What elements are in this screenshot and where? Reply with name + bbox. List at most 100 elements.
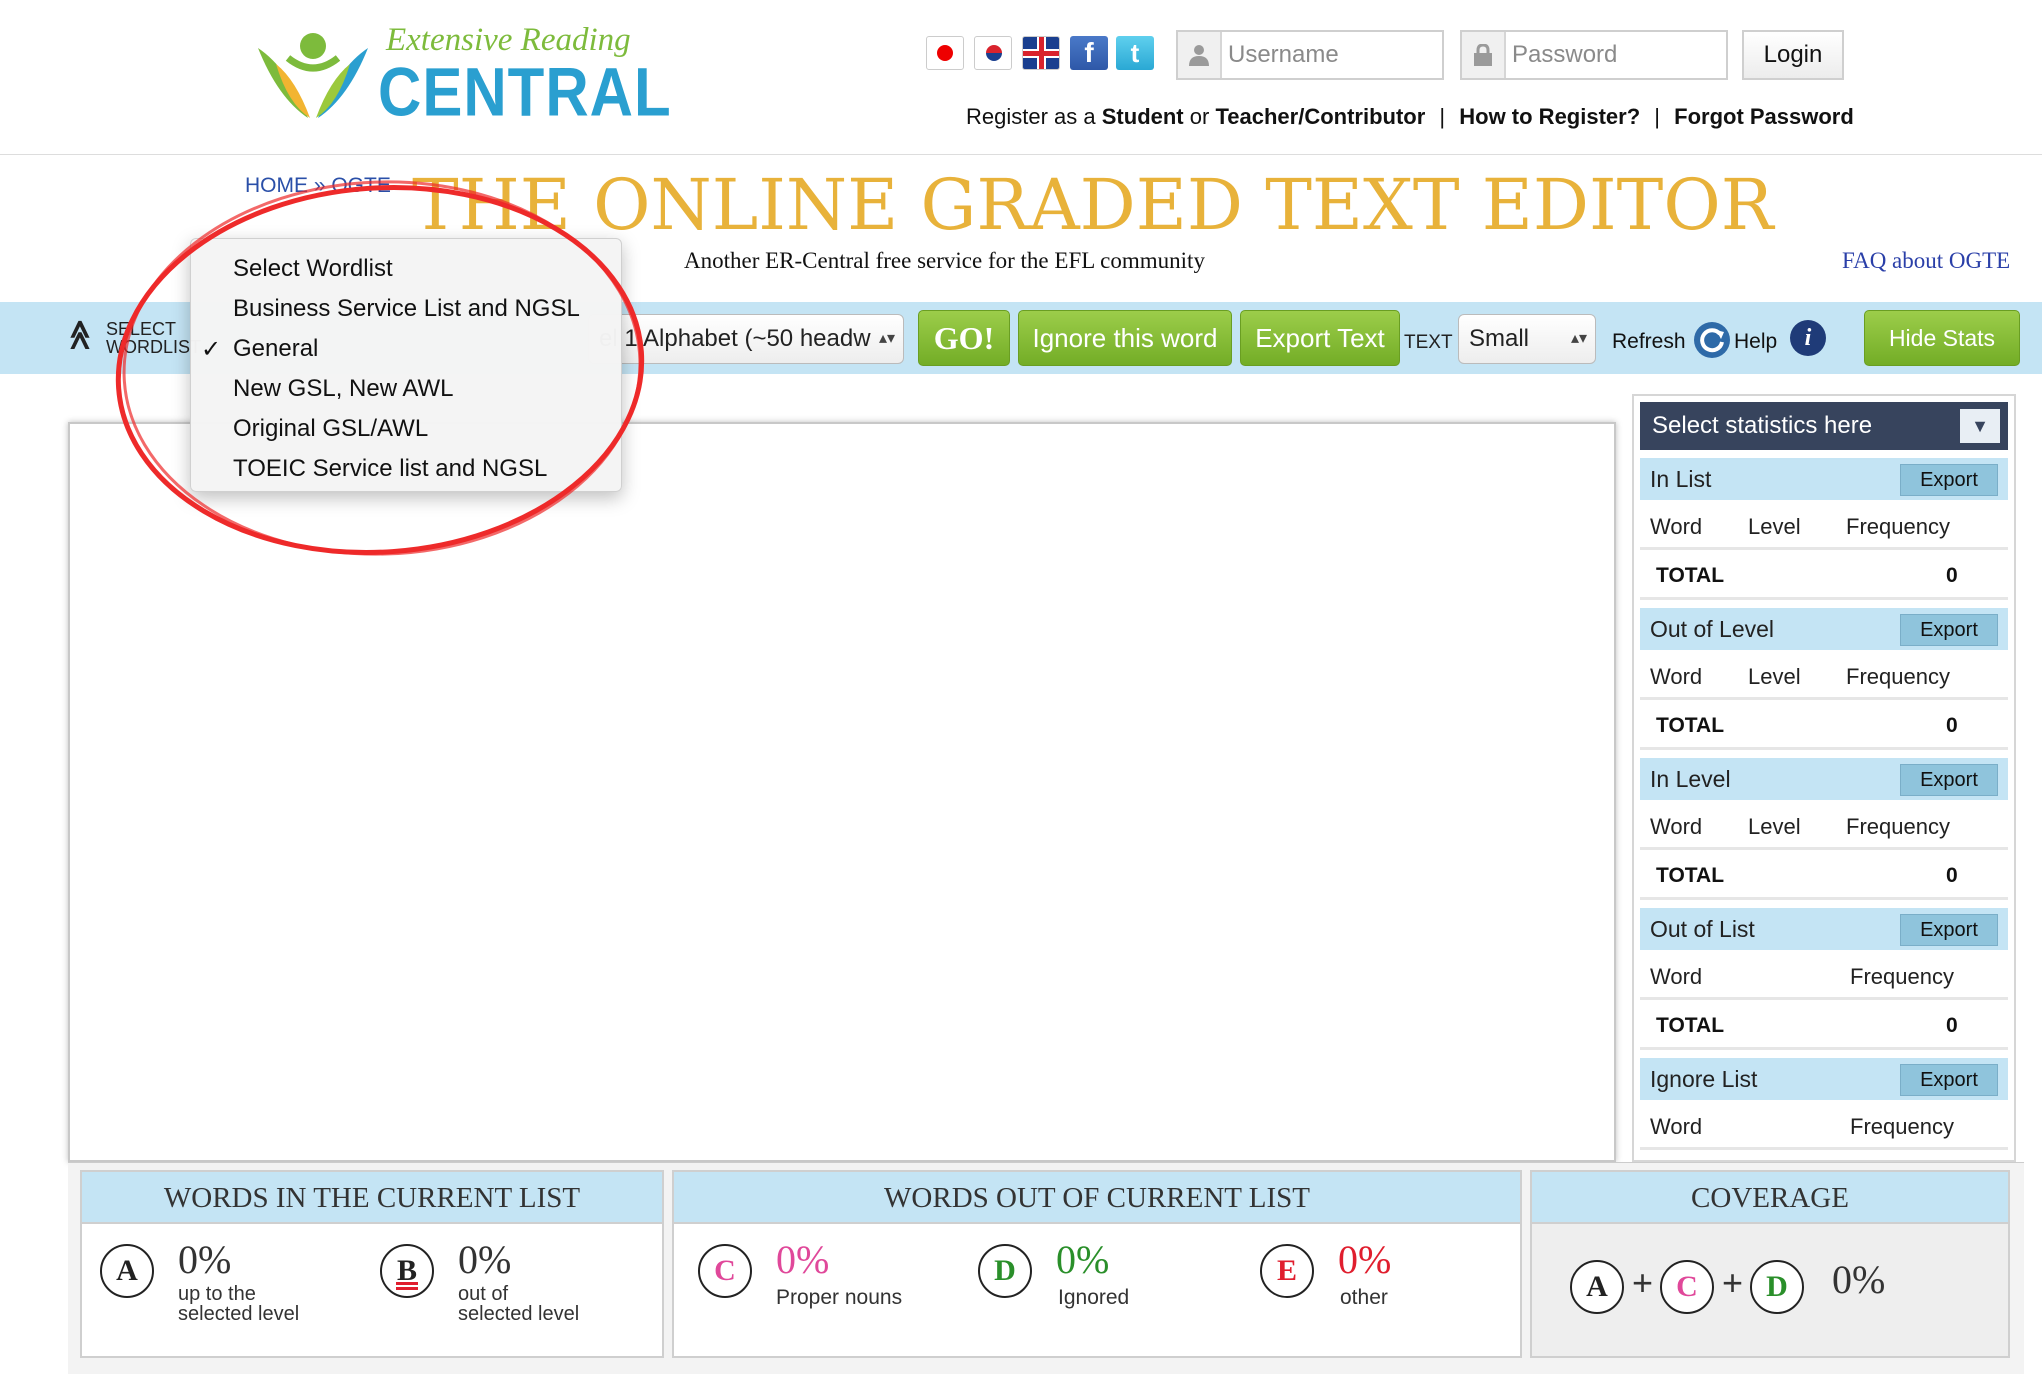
badge-a: A <box>1570 1260 1624 1314</box>
plus-sign: + <box>1632 1262 1654 1303</box>
chevron-down-icon[interactable]: ▼ <box>1960 409 2000 443</box>
stats-column-headers: Word Level Frequency <box>1640 500 2008 550</box>
stats-panel: Select statistics here ▼ In List Export … <box>1632 394 2016 1162</box>
stats-total-row: TOTAL 0 <box>1640 1000 2008 1050</box>
stats-section-in-list: In List Export Word Level Frequency TOTA… <box>1640 458 2008 600</box>
username-field[interactable] <box>1176 30 1444 80</box>
ignore-word-button[interactable]: Ignore this word <box>1018 310 1232 366</box>
stats-section-header: Ignore List Export <box>1640 1058 2008 1100</box>
stats-section-out-of-list: Out of List Export Word Frequency TOTAL … <box>1640 908 2008 1050</box>
export-button[interactable]: Export <box>1900 1064 1998 1096</box>
password-field[interactable] <box>1460 30 1728 80</box>
total-label: TOTAL <box>1656 714 1725 737</box>
col-word: Word <box>1650 964 1703 989</box>
badge-e: E <box>1260 1244 1314 1298</box>
wordlist-option[interactable]: Original GSL/AWL <box>233 415 428 443</box>
total-value: 0 <box>1946 564 1958 587</box>
register-student-link[interactable]: Student <box>1102 104 1184 129</box>
stats-column-headers: Word Frequency <box>1640 950 2008 1000</box>
col-level: Level <box>1748 814 1801 839</box>
desc-b-line2: selected level <box>458 1303 580 1325</box>
faq-link[interactable]: FAQ about OGTE <box>1842 248 2010 274</box>
japan-flag-icon[interactable] <box>926 36 964 70</box>
stats-column-headers: Word Frequency <box>1640 1100 2008 1150</box>
wordlist-option[interactable]: Business Service List and NGSL <box>233 295 580 323</box>
select-arrows-icon: ▴▾ <box>1570 330 1587 347</box>
export-button[interactable]: Export <box>1900 614 1998 646</box>
desc-b-line1: out of <box>458 1283 509 1305</box>
export-button[interactable]: Export <box>1900 764 1998 796</box>
desc-c: Proper nouns <box>776 1286 903 1309</box>
login-button[interactable]: Login <box>1742 30 1844 80</box>
how-to-register-link[interactable]: How to Register? <box>1459 104 1640 129</box>
stats-total-row: TOTAL 0 <box>1640 550 2008 600</box>
forgot-password-link[interactable]: Forgot Password <box>1674 104 1854 129</box>
level-select[interactable]: el 1 Alphabet (~50 headw ▴▾ <box>588 314 904 364</box>
select-arrows-icon: ▴▾ <box>878 330 895 347</box>
coverage-pct: 0% <box>1832 1257 1886 1302</box>
refresh-label[interactable]: Refresh <box>1612 330 1686 354</box>
korea-flag-icon[interactable] <box>974 36 1012 70</box>
register-prefix: Register as a <box>966 104 1096 129</box>
stats-section-title: Out of Level <box>1650 616 1775 642</box>
logo-name: CENTRAL <box>378 53 672 131</box>
wordlist-option[interactable]: New GSL, New AWL <box>233 375 454 403</box>
separator: | <box>1439 104 1446 129</box>
collapse-chevron-icon[interactable]: ≪ <box>64 319 97 350</box>
lock-icon <box>1462 32 1506 78</box>
wordlist-dropdown[interactable]: Select Wordlist Business Service List an… <box>190 238 622 492</box>
facebook-icon[interactable]: f <box>1070 36 1108 70</box>
stats-total-row: TOTAL 0 <box>1640 700 2008 750</box>
total-label: TOTAL <box>1656 564 1725 587</box>
stats-column-headers: Word Level Frequency <box>1640 800 2008 850</box>
export-text-button[interactable]: Export Text <box>1240 310 1400 366</box>
uk-flag-icon[interactable] <box>1022 36 1060 70</box>
text-editor-area[interactable] <box>68 422 1616 1162</box>
password-input[interactable] <box>1512 36 1720 74</box>
level-select-value: el 1 Alphabet (~50 headw <box>599 325 871 352</box>
total-value: 0 <box>1946 864 1958 887</box>
col-level: Level <box>1748 664 1801 689</box>
refresh-icon[interactable] <box>1694 322 1730 358</box>
desc-d: Ignored <box>1058 1286 1130 1309</box>
checkmark-icon: ✓ <box>201 336 222 363</box>
text-size-value: Small <box>1469 325 1530 352</box>
col-frequency: Frequency <box>1846 514 1950 539</box>
wordlist-option[interactable]: TOEIC Service list and NGSL <box>233 455 547 483</box>
badge-a: A <box>100 1244 154 1298</box>
help-label[interactable]: Help <box>1734 330 1777 354</box>
stats-section-header: In Level Export <box>1640 758 2008 800</box>
col-word: Word <box>1650 814 1703 839</box>
total-label: TOTAL <box>1656 1014 1725 1037</box>
logo-emblem-icon <box>258 33 368 118</box>
stats-section-title: In List <box>1650 466 1712 492</box>
stats-select[interactable]: Select statistics here ▼ <box>1640 402 2008 450</box>
badge-d: D <box>978 1244 1032 1298</box>
site-logo[interactable]: Extensive Reading CENTRAL <box>248 20 671 130</box>
stats-section-out-of-level: Out of Level Export Word Level Frequency… <box>1640 608 2008 750</box>
col-word: Word <box>1650 1114 1703 1139</box>
wordlist-option[interactable]: Select Wordlist <box>233 255 393 283</box>
register-teacher-link[interactable]: Teacher/Contributor <box>1215 104 1425 129</box>
col-level: Level <box>1748 514 1801 539</box>
stats-section-header: Out of Level Export <box>1640 608 2008 650</box>
username-input[interactable] <box>1228 36 1436 74</box>
summary-coverage: COVERAGE A + C + D 0% <box>1530 1170 2010 1358</box>
col-frequency: Frequency <box>1846 814 1950 839</box>
hide-stats-button[interactable]: Hide Stats <box>1864 310 2020 366</box>
col-frequency: Frequency <box>1850 1114 1954 1139</box>
plus-sign: + <box>1722 1262 1744 1303</box>
stats-section-title: Out of List <box>1650 916 1755 942</box>
breadcrumb[interactable]: HOME » OGTE <box>245 174 391 198</box>
export-button[interactable]: Export <box>1900 464 1998 496</box>
stats-section-header: Out of List Export <box>1640 908 2008 950</box>
stats-section-in-level: In Level Export Word Level Frequency TOT… <box>1640 758 2008 900</box>
info-icon[interactable]: i <box>1790 320 1826 356</box>
wordlist-option-selected[interactable]: General <box>233 335 318 363</box>
go-button[interactable]: GO! <box>918 310 1010 366</box>
export-button[interactable]: Export <box>1900 914 1998 946</box>
text-size-select[interactable]: Small ▴▾ <box>1458 314 1596 364</box>
twitter-icon[interactable]: t <box>1116 36 1154 70</box>
stats-select-label: Select statistics here <box>1652 412 1873 439</box>
page-subtitle: Another ER-Central free service for the … <box>684 248 1205 273</box>
